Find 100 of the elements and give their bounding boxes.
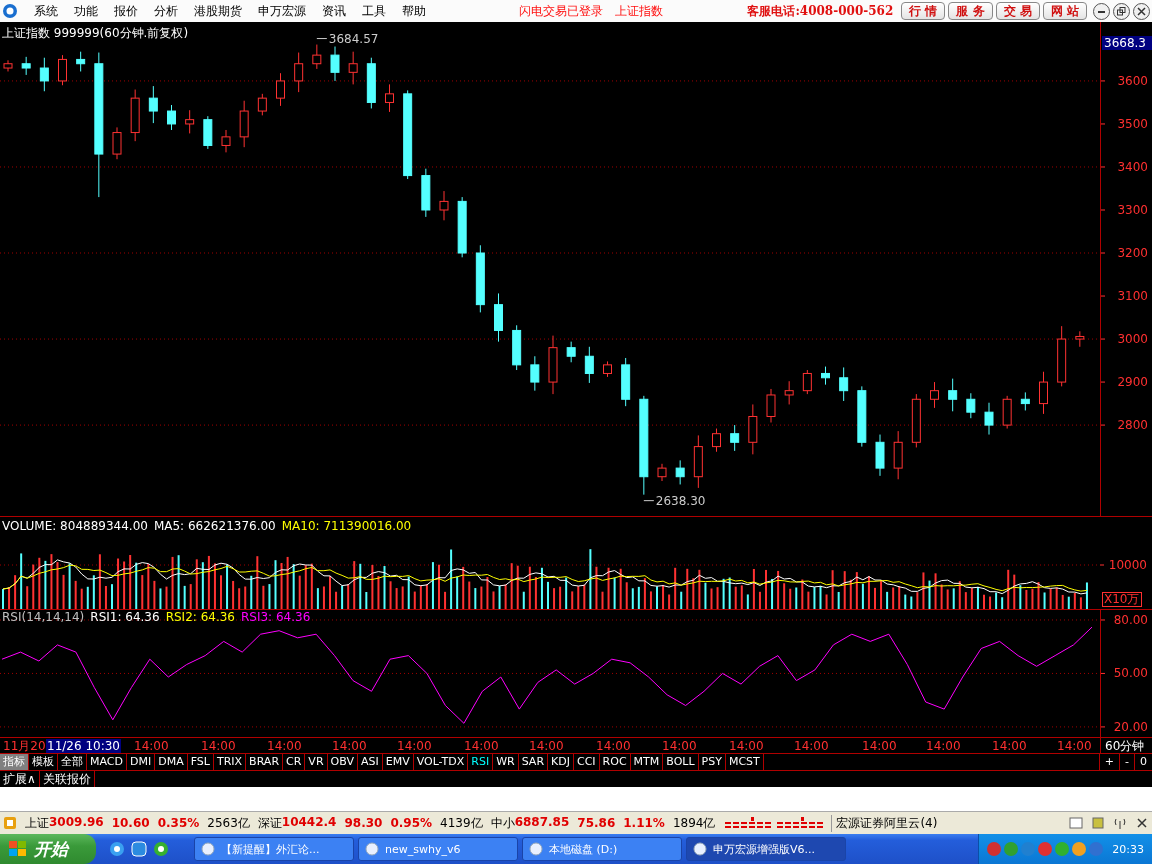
price-annotation: 3684.57 <box>316 31 379 46</box>
server-label: 宏源证券阿里云(4) <box>831 814 938 832</box>
time-label: 14:00 <box>528 739 565 753</box>
candlestick <box>167 104 176 131</box>
nav-button[interactable]: 行 情 <box>901 2 946 20</box>
menu-item[interactable]: 功能 <box>66 2 106 20</box>
candlestick <box>512 324 522 371</box>
y-tick-label: 2800 <box>1117 418 1148 433</box>
restore-button[interactable] <box>1113 2 1130 20</box>
close-icon <box>1137 6 1146 16</box>
notice-text: 上证指数 <box>613 2 664 20</box>
index-amount: 2563亿 <box>207 814 250 832</box>
candlestick <box>839 366 849 402</box>
mode-tab[interactable]: 指标 <box>0 754 29 770</box>
candlestick <box>312 44 322 70</box>
index-change: 98.30 <box>344 816 383 830</box>
nav-button[interactable]: 服 务 <box>948 2 993 20</box>
candlestick <box>712 428 721 453</box>
time-label: 14:00 <box>463 739 500 753</box>
candlestick <box>1020 391 1030 411</box>
taskbar-button[interactable]: 本地磁盘 (D:) <box>522 837 682 861</box>
market-icon <box>3 816 17 830</box>
candlestick <box>494 292 503 343</box>
candlestick <box>948 378 958 412</box>
candlestick <box>185 109 195 134</box>
candlestick <box>21 56 31 76</box>
candlestick <box>766 388 776 423</box>
time-label: 14:00 <box>266 739 303 753</box>
menu-item[interactable]: 港股期货 <box>186 2 250 20</box>
time-label: 14:00 <box>1056 739 1093 753</box>
notice-text: 闪电交易已登录 <box>517 2 604 20</box>
axis-tick-label: 80.00 <box>1101 613 1148 627</box>
candlestick <box>39 57 49 92</box>
hotline-text: 客服电话:4008-000-562 <box>747 2 894 20</box>
close-icon[interactable] <box>1135 816 1149 830</box>
candlestick <box>548 335 558 395</box>
candlestick <box>930 381 939 409</box>
menu-item[interactable]: 工具 <box>354 2 394 20</box>
candlestick <box>203 115 213 150</box>
window-icon <box>693 842 707 856</box>
axis-tick-label: 3000 <box>1101 332 1148 347</box>
taskbar-button[interactable]: 申万宏源增强版V6... <box>686 837 846 861</box>
candlestick <box>1039 371 1048 415</box>
candlestick <box>294 52 304 93</box>
time-label: 14:00 <box>925 739 962 753</box>
index-change: 10.60 <box>111 816 150 830</box>
index-amount: 4139亿 <box>440 814 483 832</box>
menu-item[interactable]: 帮助 <box>394 2 434 20</box>
close-button[interactable] <box>1133 2 1150 20</box>
axis-tick-label: 3600 <box>1101 73 1148 88</box>
chart-title: 上证指数 999999(60分钟.前复权) <box>2 25 189 42</box>
menu-item[interactable]: 报价 <box>106 2 146 20</box>
index-value: 6887.85 <box>514 814 570 831</box>
legend-text: VOLUME: 804889344.00 <box>2 519 148 533</box>
candlestick <box>457 196 467 258</box>
y-tick-label: 3600 <box>1117 73 1148 88</box>
taskbar-button[interactable]: 【新提醒】外汇论... <box>194 837 354 861</box>
axis-tick-label: 3300 <box>1101 203 1148 217</box>
app-icon[interactable] <box>130 840 148 858</box>
minimize-button[interactable] <box>1093 2 1110 20</box>
window-icon <box>365 842 379 856</box>
candlestick <box>584 346 594 384</box>
candlestick <box>421 168 431 218</box>
menu-item[interactable]: 申万宏源 <box>250 2 314 20</box>
menu-item[interactable]: 资讯 <box>314 2 354 20</box>
legend-text: RSI3: 64.36 <box>241 610 311 624</box>
candlestick <box>221 129 231 153</box>
price-annotation: 2638.30 <box>643 493 706 508</box>
axis-tick-label: 10000 <box>1100 558 1147 572</box>
nav-button[interactable]: 网 站 <box>1042 2 1087 20</box>
candlestick <box>748 403 758 455</box>
axis-tick-label: 50.00 <box>1101 666 1148 681</box>
menu-item[interactable]: 系统 <box>26 2 66 20</box>
candlestick <box>911 393 921 448</box>
time-label: 14:00 <box>793 739 830 753</box>
y-tick-label: 80.00 <box>1113 612 1148 627</box>
nav-button[interactable]: 交 易 <box>995 2 1040 20</box>
candlestick <box>76 51 86 72</box>
axis-tick-label: 20.00 <box>1101 719 1148 734</box>
app-logo-icon[interactable] <box>2 3 18 19</box>
browser-icon[interactable] <box>108 840 126 858</box>
candlestick <box>366 57 376 109</box>
candlestick <box>439 190 449 221</box>
restore-icon <box>1117 6 1126 16</box>
taskbar-button[interactable]: new_swhy_v6 <box>358 837 518 861</box>
candlestick <box>3 59 13 72</box>
clock: 20:33 <box>1112 842 1144 856</box>
candlestick <box>730 424 740 452</box>
y-tick-label: 3500 <box>1117 116 1148 131</box>
candlestick <box>239 100 249 148</box>
time-label: 14:00 <box>200 739 237 753</box>
candlestick <box>530 355 540 392</box>
index-name: 中小 <box>490 814 515 832</box>
legend-text: MA10: 711390016.00 <box>281 519 412 533</box>
antenna-icon[interactable] <box>1113 816 1127 830</box>
index-name: 上证 <box>25 814 49 832</box>
menu-item[interactable]: 分析 <box>146 2 186 20</box>
start-button[interactable]: 开始 <box>0 834 96 864</box>
candlestick <box>566 341 576 363</box>
time-label: 11月20 <box>2 739 47 753</box>
